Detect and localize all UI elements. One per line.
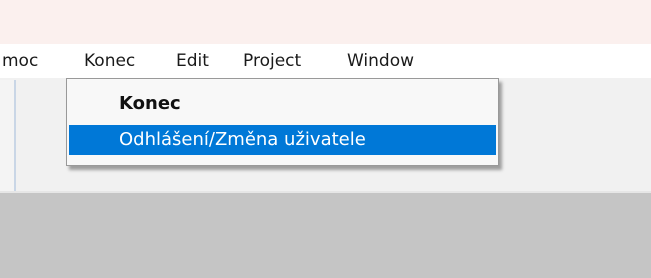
menu-item-logout-switch-user-label: Odhlášení/Změna uživatele <box>119 129 366 150</box>
menu-item-logout-switch-user[interactable]: Odhlášení/Změna uživatele <box>69 125 496 155</box>
menu-edit[interactable]: Edit <box>176 50 209 72</box>
menu-window[interactable]: Window <box>347 50 414 72</box>
window-title-strip <box>0 0 651 45</box>
menu-item-konec-label: Konec <box>119 93 181 114</box>
menu-item-konec[interactable]: Konec <box>69 89 496 119</box>
menu-napoveda[interactable]: moc <box>2 50 38 72</box>
menu-bar: moc Konec Edit Project Window <box>0 44 651 78</box>
konec-dropdown-menu: Konec Odhlášení/Změna uživatele <box>66 78 499 166</box>
workspace-area <box>0 193 651 278</box>
toolbar-frame <box>0 80 16 192</box>
menu-konec[interactable]: Konec <box>84 50 135 72</box>
menu-project[interactable]: Project <box>243 50 301 72</box>
